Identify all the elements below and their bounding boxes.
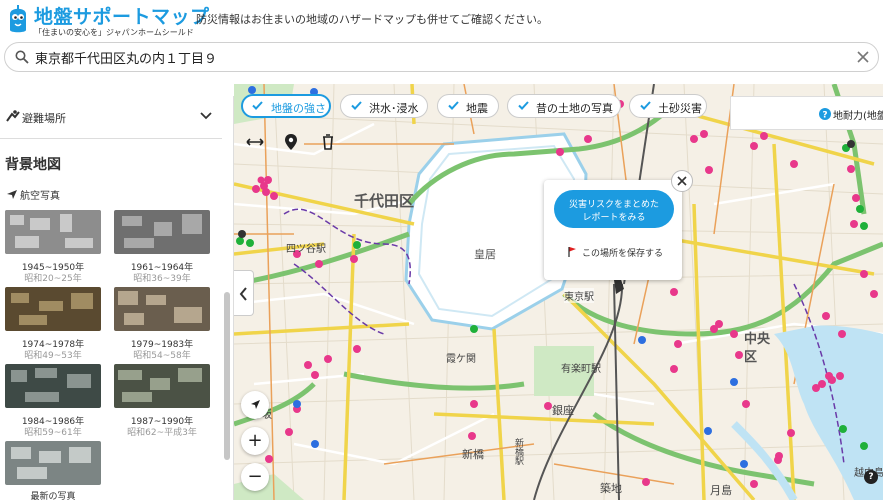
background-map-heading: 背景地図	[5, 157, 61, 173]
aerial-photo-1987[interactable]	[114, 364, 210, 408]
location-popup: 災害リスクをまとめた レポートをみる この場所を保存する	[544, 180, 682, 280]
view-risk-report-button[interactable]: 災害リスクをまとめた レポートをみる	[554, 190, 674, 228]
filter-old-photos[interactable]: 昔の土地の写真	[507, 94, 621, 118]
map-label-chiyoda: 千代田区	[354, 192, 415, 210]
filter-earthquake[interactable]: 地震	[437, 94, 499, 118]
check-icon	[640, 101, 651, 110]
current-location-button[interactable]	[241, 391, 269, 419]
close-popup-button[interactable]	[671, 170, 693, 192]
filter-label: 昔の土地の写真	[536, 102, 613, 115]
evacuation-section-toggle[interactable]: 避難場所	[0, 96, 222, 139]
zoom-out-button[interactable]: −	[241, 463, 269, 491]
map-label-tsukishima: 月島	[710, 484, 732, 497]
address-search-input[interactable]	[35, 48, 835, 66]
map-label-tsukiji: 築地	[600, 482, 622, 495]
measure-distance-icon[interactable]	[244, 132, 266, 152]
sidebar-scrollbar[interactable]	[224, 292, 230, 460]
clear-search-icon[interactable]	[856, 50, 870, 64]
app-logo[interactable]: 地盤サポートマップ 「住まいの安心を」ジャパンホームシールド	[4, 2, 209, 38]
chevron-left-icon	[239, 287, 247, 301]
evacuation-icon	[6, 110, 20, 122]
aerial-photo-label: 航空写真	[20, 191, 60, 202]
filter-label: 地震	[466, 102, 488, 115]
svg-text:?: ?	[822, 111, 827, 121]
airplane-icon	[7, 190, 17, 199]
map-label-ginza: 銀座	[552, 404, 574, 417]
address-search-bar	[4, 42, 879, 72]
bearing-capacity-label: 地耐力(地盤	[833, 111, 883, 122]
filter-label: 土砂災害	[658, 102, 702, 115]
map-label-kokyo: 皇居	[474, 248, 496, 261]
map-label-yurakucho: 有楽町駅	[561, 364, 601, 375]
aerial-photo-1974[interactable]	[5, 287, 101, 331]
app-header: 地盤サポートマップ 「住まいの安心を」ジャパンホームシールド 防災情報はお住まい…	[0, 0, 883, 84]
check-icon	[252, 101, 263, 110]
zoom-in-button[interactable]: +	[241, 427, 269, 455]
map-label-kasumigaseki: 霞ケ関	[446, 354, 476, 365]
photo-era: 昭和49~53年	[24, 351, 82, 361]
trash-icon[interactable]	[317, 132, 339, 152]
map-label-chuo-2: 区	[744, 350, 758, 365]
pin-icon[interactable]	[280, 132, 302, 152]
photo-era: 昭和62~平成3年	[127, 428, 197, 438]
map-label-shinbashi-station: 新橋駅	[513, 438, 523, 465]
help-circle-icon: ?	[819, 108, 831, 120]
report-line-1: 災害リスクをまとめた	[568, 200, 659, 210]
check-icon	[351, 101, 362, 110]
aerial-photo-1979[interactable]	[114, 287, 210, 331]
check-icon	[518, 101, 529, 110]
header-tagline: 防災情報はお住まいの地域のハザードマップも併せてご確認ください。	[196, 13, 548, 26]
filter-landslide[interactable]: 土砂災害	[629, 94, 707, 118]
mascot-icon	[10, 5, 26, 33]
aerial-photo-1961[interactable]	[114, 210, 210, 254]
photo-era: 昭和59~61年	[24, 428, 82, 438]
photo-era: 昭和54~58年	[133, 351, 191, 361]
collapse-sidebar-button[interactable]	[234, 270, 254, 316]
bearing-capacity-legend[interactable]: ? 地耐力(地盤	[730, 96, 883, 130]
filter-label: 洪水･浸水	[369, 102, 419, 115]
aerial-photo-1945[interactable]	[5, 210, 101, 254]
check-icon	[448, 101, 459, 110]
sidebar-panel: 避難場所 背景地図 航空写真 1945~1950年 昭和20~25年 1961~…	[0, 96, 234, 500]
photo-era: 昭和36~39年	[133, 274, 191, 284]
filter-ground-strength[interactable]: 地盤の強さ	[241, 94, 331, 118]
photo-years: 最新の写真	[30, 492, 76, 500]
aerial-photo-1984[interactable]	[5, 364, 101, 408]
map-label-chuo-1: 中央	[744, 332, 771, 347]
map-label-tokyo-station: 東京駅	[564, 288, 594, 303]
app-title: 地盤サポートマップ	[34, 6, 210, 28]
flag-icon	[568, 247, 576, 257]
save-location-button[interactable]: この場所を保存する	[582, 246, 663, 259]
app-subtitle: 「住まいの安心を」ジャパンホームシールド	[34, 28, 194, 37]
report-line-2: レポートをみる	[582, 213, 646, 223]
search-icon[interactable]	[15, 50, 29, 64]
aerial-photo-latest[interactable]	[5, 441, 101, 485]
close-icon	[677, 176, 687, 186]
help-button[interactable]: ?	[864, 470, 878, 484]
map-label-yotsuya: 四ツ谷駅	[286, 244, 326, 255]
evacuation-label: 避難場所	[22, 112, 66, 125]
navigation-arrow-icon	[251, 400, 260, 409]
map-label-shinbashi: 新橋	[462, 448, 484, 461]
photo-era: 昭和20~25年	[24, 274, 82, 284]
filter-label: 地盤の強さ	[271, 102, 326, 115]
chevron-down-icon	[200, 112, 212, 120]
filter-flood[interactable]: 洪水･浸水	[340, 94, 428, 118]
